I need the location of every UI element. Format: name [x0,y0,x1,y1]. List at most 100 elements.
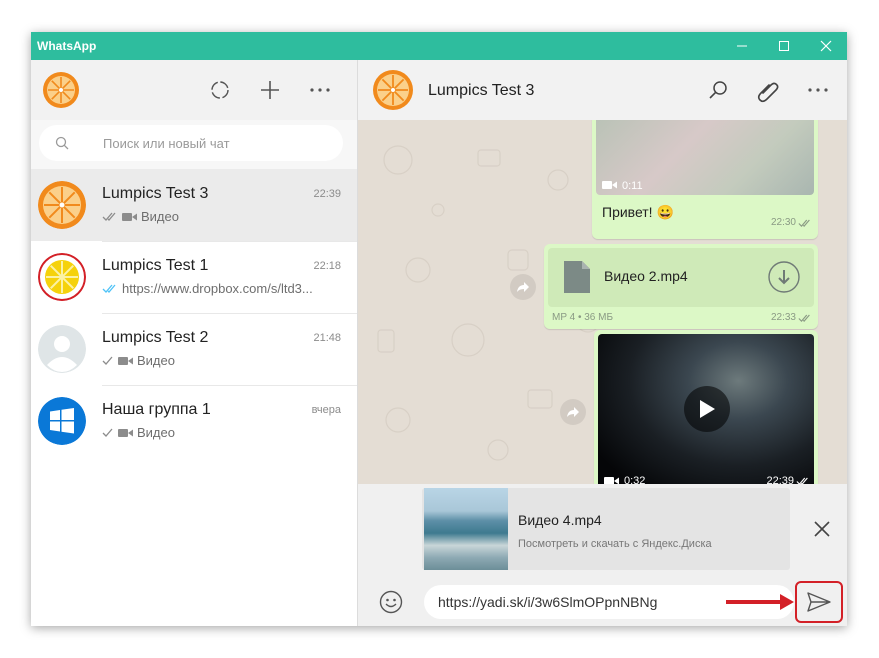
single-check-icon [102,356,113,365]
chat-item-nasha-gruppa-1[interactable]: Наша группа 1 вчера Видео [31,385,357,457]
chat-item-lumpics-test-3[interactable]: Lumpics Test 3 22:39 Видео [31,169,357,241]
video-message-bubble[interactable]: 0:11 Привет! 😀 22:30 [592,120,818,239]
chat-name: Lumpics Test 2 [102,329,209,346]
new-chat-plus-icon[interactable] [260,80,280,100]
forward-icon [567,407,579,417]
chat-time: 22:18 [313,260,341,272]
chat-list-panel: Поиск или новый чат Lumpics Test 3 22:39… [31,60,358,626]
message-time: 22:30 [770,217,796,228]
paperclip-icon[interactable] [756,79,780,103]
double-check-icon [798,219,810,227]
chat-name: Наша группа 1 [102,401,211,418]
play-icon [700,400,715,418]
search-icon[interactable] [708,80,728,100]
menu-more-icon[interactable] [309,87,331,93]
search-input[interactable]: Поиск или новый чат [39,125,343,161]
forward-icon [517,282,529,292]
message-time: 22:33 [770,312,796,323]
divider [102,241,357,242]
chat-time: вчера [311,404,341,416]
download-icon[interactable] [768,261,800,293]
chat-name: Lumpics Test 1 [102,257,209,274]
divider [102,385,357,386]
emoji-icon[interactable] [379,590,403,614]
avatar [38,253,86,301]
double-check-icon [102,212,116,221]
link-preview-title: Видео 4.mp4 [518,512,602,528]
left-header [31,60,357,120]
maximize-icon [779,41,789,51]
chat-preview-text: https://www.dropbox.com/s/ltd3... [122,281,313,296]
status-icon[interactable] [210,80,230,100]
chat-preview-text: Видео [141,209,179,224]
default-avatar-icon [38,325,86,373]
video-thumbnail[interactable]: 0:11 [596,120,814,195]
video-duration: 0:11 [622,180,643,192]
send-button[interactable] [795,581,843,623]
conversation-panel: Lumpics Test 3 0:11 Привет! 😀 22:30 Виде… [358,60,847,626]
send-icon [807,592,831,612]
video-camera-icon [118,428,133,437]
chat-name: Lumpics Test 3 [102,185,209,202]
avatar [38,181,86,229]
video-camera-icon [122,212,137,221]
chat-item-lumpics-test-2[interactable]: Lumpics Test 2 21:48 Видео [31,313,357,385]
contact-avatar[interactable] [373,70,413,110]
whatsapp-window: WhatsApp Поиск или новый чат Lumpics Tes… [31,32,847,626]
search-icon [55,136,69,150]
chat-preview: Видео [102,425,175,440]
close-window-button[interactable] [805,32,847,60]
video-camera-icon [604,477,619,484]
minimize-icon [737,45,747,47]
video-duration: 0:32 [624,475,646,484]
double-check-icon [798,314,810,322]
contact-name[interactable]: Lumpics Test 3 [428,82,534,100]
video-camera-icon [602,181,617,189]
file-icon [564,261,590,293]
video-message-bubble[interactable]: 0:32 22:39 [594,330,818,484]
search-placeholder: Поиск или новый чат [103,136,230,151]
search-area: Поиск или новый чат [31,120,357,169]
video-thumbnail[interactable]: 0:32 22:39 [598,334,814,484]
maximize-button[interactable] [763,32,805,60]
close-preview-icon[interactable] [814,521,830,537]
message-input-bar: https://yadi.sk/i/3w6SlmOPpnNBNg [358,578,847,626]
double-check-read-icon [102,284,116,293]
message-input-value: https://yadi.sk/i/3w6SlmOPpnNBNg [438,594,658,610]
link-preview-thumbnail [424,488,508,570]
single-check-icon [102,428,113,437]
windows-logo-avatar [38,397,86,445]
play-button[interactable] [684,386,730,432]
app-title: WhatsApp [37,39,97,53]
my-avatar[interactable] [43,72,79,108]
link-preview-bar: Видео 4.mp4 Посмотреть и скачать с Яндек… [358,484,847,578]
chat-preview-text: Видео [137,425,175,440]
title-bar: WhatsApp [31,32,847,60]
chat-time: 22:39 [313,188,341,200]
chat-preview: Видео [102,209,179,224]
double-check-icon [796,477,808,484]
file-message-bubble[interactable]: Видео 2.mp4 MP 4 • 36 МБ 22:33 [544,244,818,329]
chat-preview: Видео [102,353,175,368]
forward-button[interactable] [560,399,586,425]
link-preview-card[interactable]: Видео 4.mp4 Посмотреть и скачать с Яндек… [422,488,790,570]
file-attachment[interactable]: Видео 2.mp4 [548,248,814,307]
chat-preview-text: Видео [137,353,175,368]
divider [102,313,357,314]
file-name: Видео 2.mp4 [604,268,688,284]
minimize-button[interactable] [721,32,763,60]
chat-preview: https://www.dropbox.com/s/ltd3... [102,281,313,296]
forward-button[interactable] [510,274,536,300]
chat-time: 21:48 [313,332,341,344]
conversation-header: Lumpics Test 3 [358,60,847,120]
close-icon [820,40,832,52]
message-text: Привет! 😀 [602,204,674,220]
messages-area: 0:11 Привет! 😀 22:30 Видео 2.mp4 MP 4 • … [358,120,847,484]
video-camera-icon [118,356,133,365]
chat-item-lumpics-test-1[interactable]: Lumpics Test 1 22:18 https://www.dropbox… [31,241,357,313]
link-preview-description: Посмотреть и скачать с Яндекс.Диска [518,538,712,550]
file-meta: MP 4 • 36 МБ [552,312,614,323]
red-arrow-annotation [726,594,794,610]
more-icon[interactable] [807,87,829,93]
message-time: 22:39 [766,475,794,484]
